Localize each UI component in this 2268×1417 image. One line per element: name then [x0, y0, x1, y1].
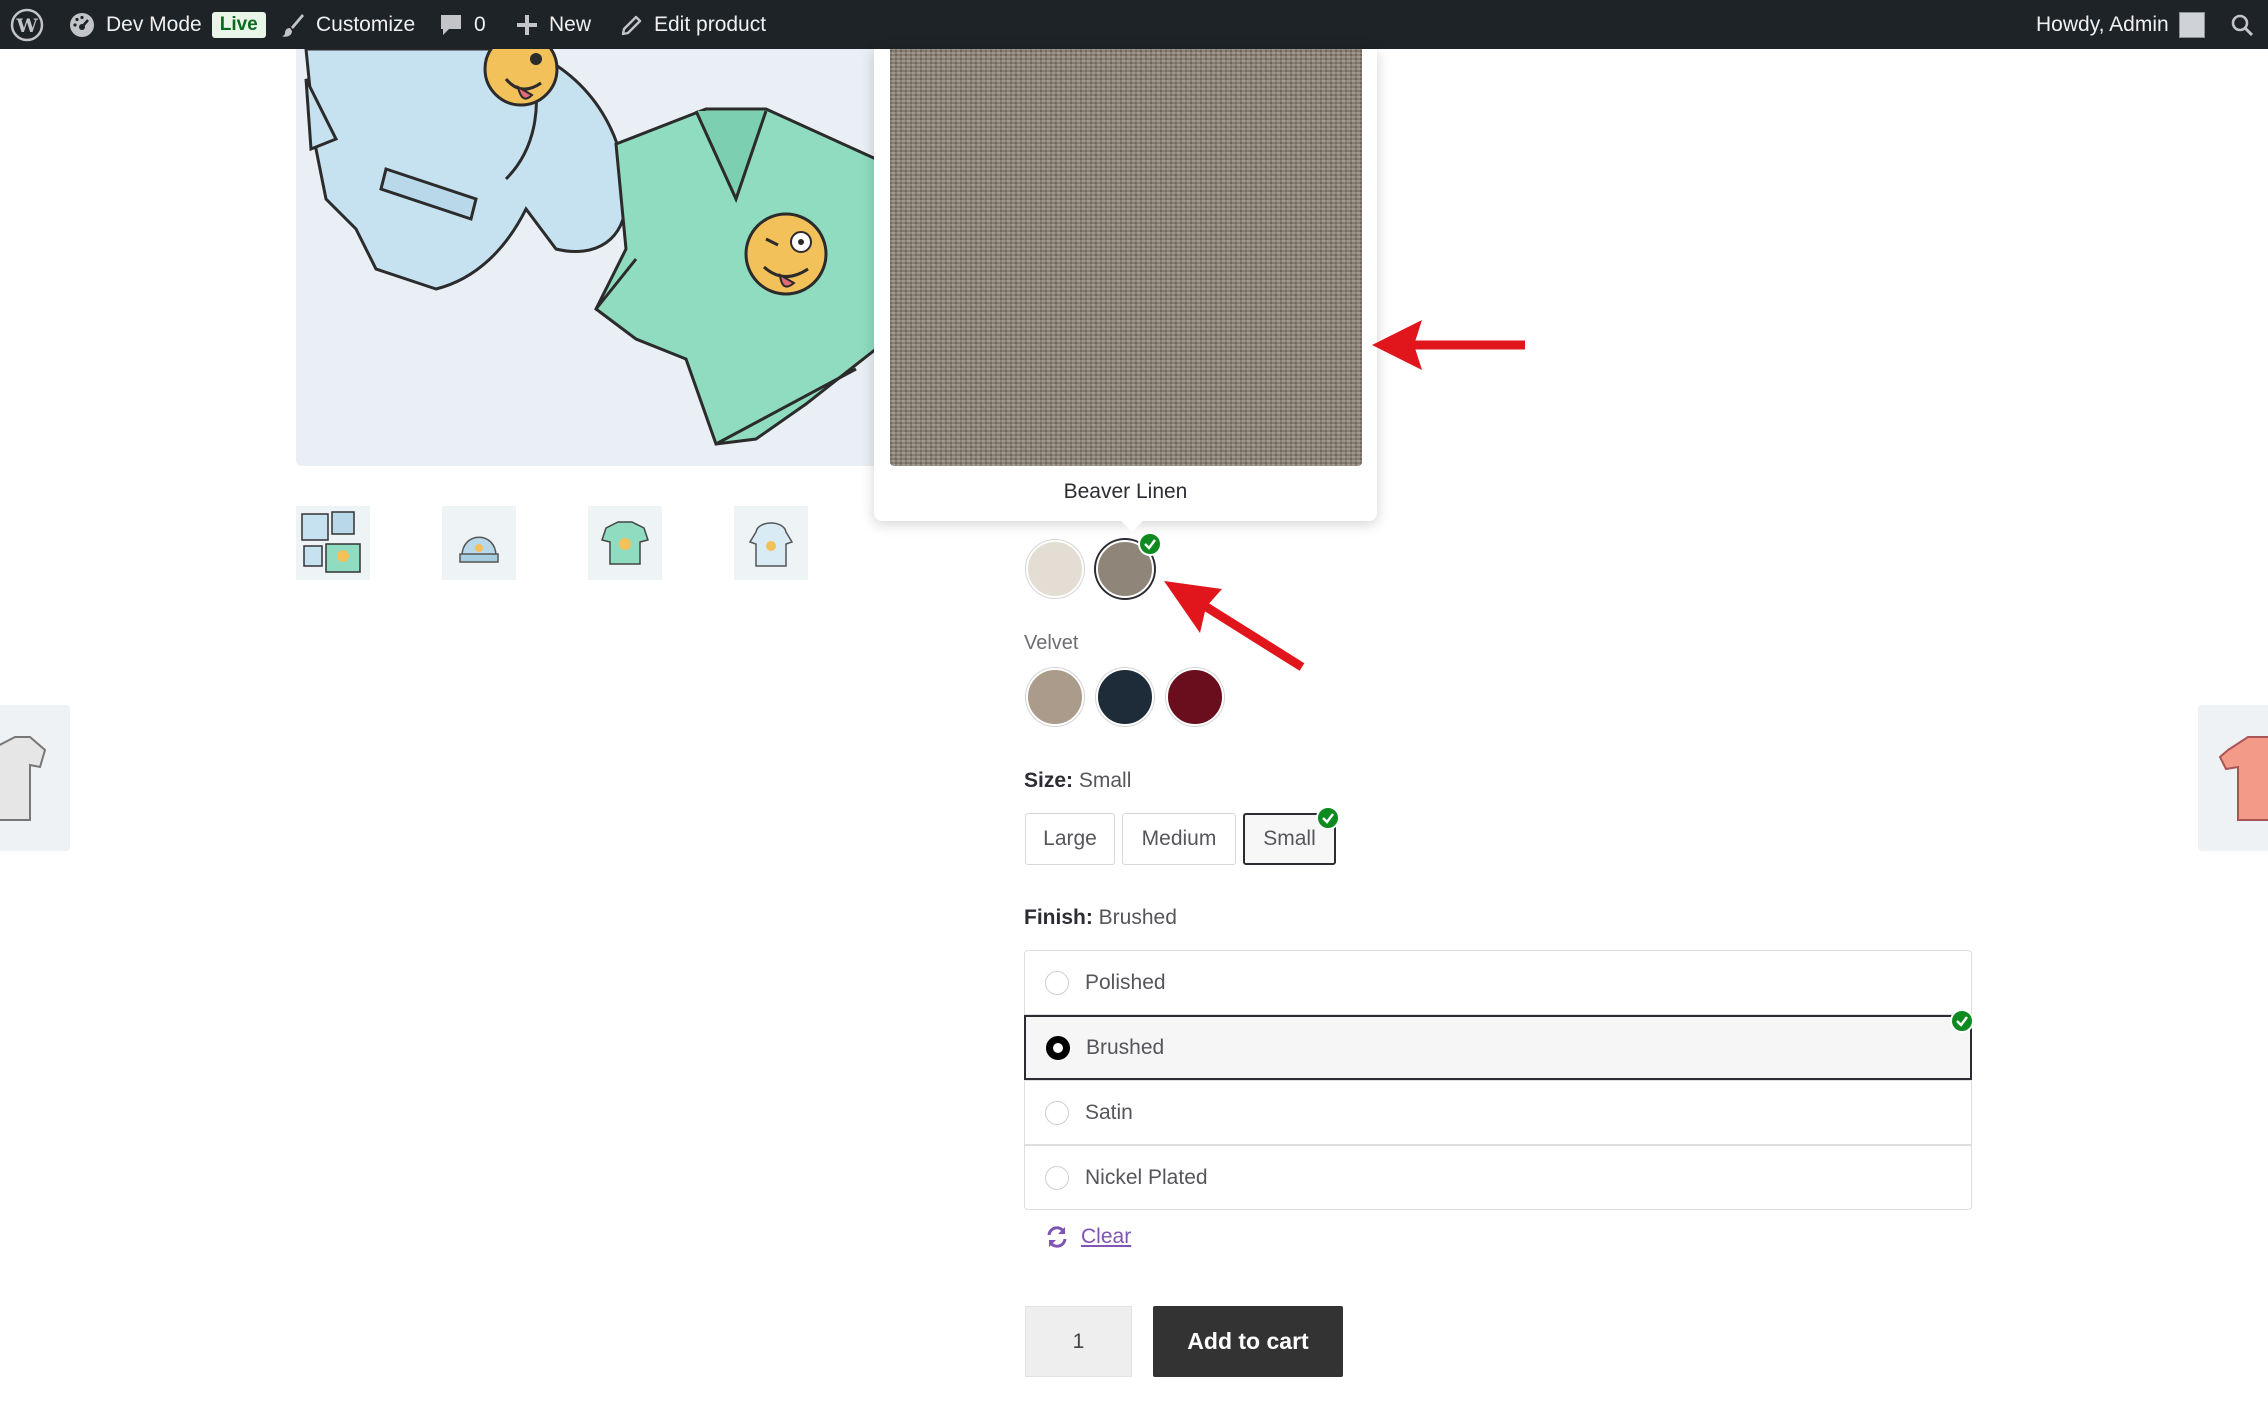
coral-tshirt-image [2218, 736, 2268, 821]
swatch-velvet-taupe[interactable] [1026, 668, 1084, 726]
finish-attribute-title: Finish: Brushed [1024, 906, 1177, 930]
thumbnail-image [748, 522, 794, 567]
search-icon [2231, 14, 2254, 36]
gallery-thumbnail-4[interactable] [734, 506, 808, 580]
finish-selected-value: Brushed [1098, 906, 1177, 929]
avatar [2178, 11, 2205, 38]
thumbnail-image [301, 511, 361, 573]
comments-count: 0 [474, 12, 486, 36]
radio-button[interactable] [1045, 1165, 1069, 1190]
admin-search-button[interactable] [2230, 0, 2254, 49]
new-label: New [549, 12, 592, 36]
tooltip-swatch-name: Beaver Linen [1063, 480, 1188, 503]
svg-text:W: W [15, 15, 38, 37]
hoodies-illustration [304, 49, 876, 446]
comments-link[interactable]: 0 [438, 0, 486, 49]
annotation-arrow-diagonal-icon [1164, 581, 1305, 671]
size-selected-value: Small [1078, 769, 1132, 792]
wordpress-logo-menu[interactable]: W [10, 0, 44, 49]
linen-texture-preview [890, 49, 1362, 466]
finish-option-label: Brushed [1086, 1035, 1165, 1059]
radio-button[interactable] [1045, 970, 1069, 995]
gallery-thumbnail-1[interactable] [296, 506, 370, 580]
finish-options-list: Polished Brushed Satin Nickel Plated [1024, 950, 1972, 1210]
tooltip-pointer [1120, 520, 1144, 532]
plus-icon [517, 14, 537, 35]
swatch-velvet-navy[interactable] [1096, 668, 1154, 726]
comment-bubble-icon [441, 14, 461, 35]
finish-option-label: Satin [1085, 1100, 1133, 1124]
size-label: Size: [1024, 769, 1074, 792]
swatch-linen-natural[interactable] [1026, 540, 1084, 598]
customize-link[interactable]: Customize [280, 0, 415, 49]
finish-option-brushed[interactable]: Brushed [1024, 1015, 1972, 1080]
admin-bar: W Dev Mode Live Customize 0 New Edit pro… [0, 0, 2268, 49]
pencil-icon [621, 15, 642, 35]
velvet-group-label: Velvet [1024, 632, 1079, 654]
thumbnail-image [601, 521, 649, 565]
annotation-arrow-left-icon [1372, 320, 1525, 370]
selected-check-icon [1138, 532, 1162, 556]
selected-check-icon [1316, 806, 1340, 830]
radio-button-checked[interactable] [1046, 1035, 1070, 1060]
thumbnail-image [459, 536, 499, 563]
grey-tshirt-image [0, 736, 47, 821]
radio-button[interactable] [1045, 1100, 1069, 1125]
product-main-image[interactable] [296, 49, 876, 466]
add-to-cart-button[interactable]: Add to cart [1153, 1306, 1343, 1377]
size-option-medium[interactable]: Medium [1122, 813, 1236, 865]
size-attribute-title: Size: Small [1024, 769, 1131, 793]
clear-label: Clear [1081, 1225, 1132, 1248]
gallery-thumbnail-3[interactable] [588, 506, 662, 580]
site-name-menu[interactable]: Dev Mode Live [68, 0, 266, 49]
edit-product-label: Edit product [654, 12, 767, 36]
refresh-icon [1047, 1226, 1067, 1248]
quantity-input[interactable]: 1 [1025, 1306, 1132, 1377]
finish-option-polished[interactable]: Polished [1024, 950, 1972, 1015]
live-badge: Live [211, 11, 266, 38]
previous-product-preview[interactable] [0, 705, 70, 851]
next-product-preview[interactable] [2198, 705, 2268, 851]
edit-product-link[interactable]: Edit product [620, 0, 766, 49]
finish-option-satin[interactable]: Satin [1024, 1080, 1972, 1145]
selected-check-icon [1950, 1009, 1974, 1033]
size-option-large[interactable]: Large [1025, 813, 1115, 865]
wordpress-icon: W [10, 8, 44, 41]
howdy-text: Howdy, Admin [2036, 12, 2169, 36]
paintbrush-icon [282, 13, 304, 37]
customize-label: Customize [316, 12, 416, 36]
finish-option-label: Nickel Plated [1085, 1165, 1208, 1189]
site-name: Dev Mode [106, 12, 202, 36]
finish-option-label: Polished [1085, 970, 1166, 994]
clear-selection-link[interactable]: Clear [1045, 1225, 1131, 1249]
finish-label: Finish: [1024, 906, 1093, 929]
new-content-menu[interactable]: New [515, 0, 591, 49]
gallery-thumbnail-2[interactable] [442, 506, 516, 580]
swatch-velvet-burgundy[interactable] [1166, 668, 1224, 726]
swatch-preview-tooltip: Beaver Linen [874, 49, 1377, 532]
my-account-menu[interactable]: Howdy, Admin [2036, 0, 2205, 49]
finish-option-nickel-plated[interactable]: Nickel Plated [1024, 1145, 1972, 1210]
dashboard-gauge-icon [70, 12, 94, 37]
